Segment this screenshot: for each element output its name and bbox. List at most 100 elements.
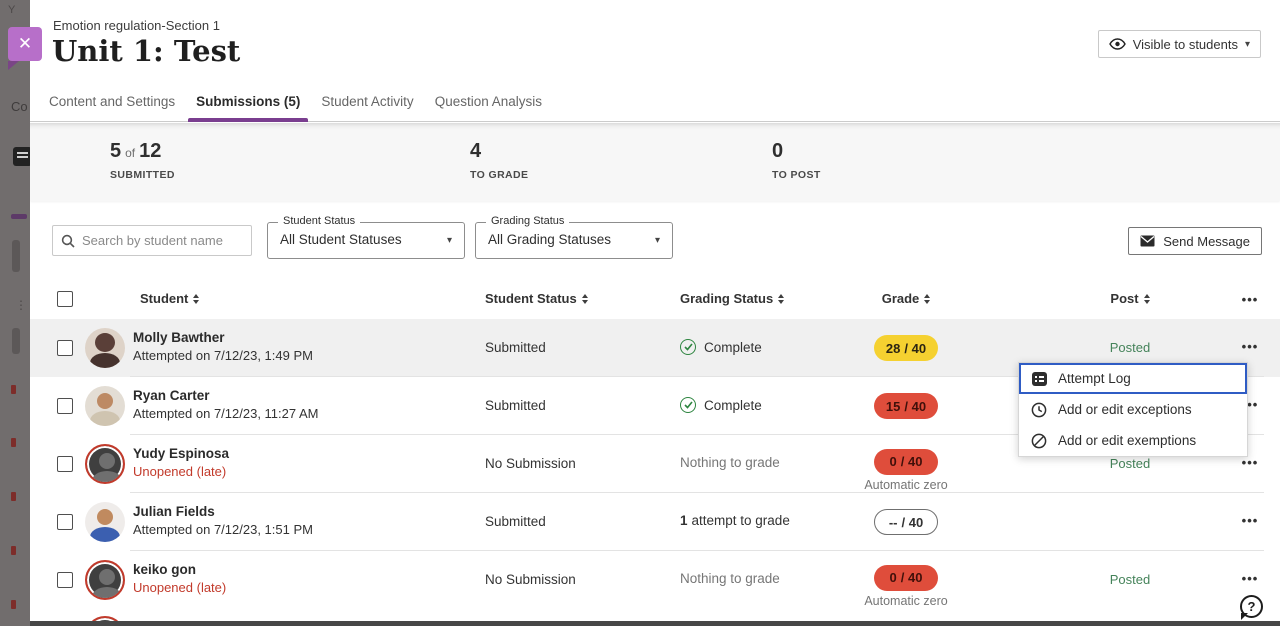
select-all-checkbox[interactable] [57,291,73,307]
row-checkbox[interactable] [57,340,73,356]
stat-to-post-value: 0 [772,140,821,163]
breadcrumb: Emotion regulation-Section 1 [53,18,220,33]
student-name[interactable]: Ryan Carter [133,388,319,403]
table-row[interactable]: Julian Fields Attempted on 7/12/23, 1:51… [30,493,1280,551]
student-status-value: No Submission [485,456,576,471]
tab-submissions[interactable]: Submissions (5) [188,90,308,122]
student-status-select-label: Student Status [278,215,360,227]
sort-icon [1144,294,1150,304]
column-header-grade[interactable]: Grade [850,291,962,306]
row-checkbox[interactable] [57,514,73,530]
avatar [85,560,125,600]
background-block [12,328,20,354]
post-status[interactable]: Posted [1066,456,1194,471]
stat-to-grade-label: TO GRADE [470,169,528,181]
grading-status-select-label: Grading Status [486,215,569,227]
bottom-edge [30,621,1280,626]
stat-submitted: 5of12 SUBMITTED [110,140,175,181]
attempt-meta: Attempted on 7/12/23, 11:27 AM [133,406,319,421]
background-mark [11,438,16,447]
search-input[interactable] [82,233,243,248]
grade-pill[interactable]: --/ 40 [874,509,938,535]
grade-pill[interactable]: 28/ 40 [874,335,938,361]
background-mark [11,385,16,394]
column-header-student[interactable]: Student [140,291,199,306]
student-status-value: Submitted [485,340,546,355]
post-status[interactable]: Posted [1066,340,1194,355]
row-checkbox[interactable] [57,398,73,414]
row-menu-button[interactable]: ••• [1230,455,1270,470]
grade-pill[interactable]: 0/ 40 [874,449,938,475]
tab-question-analysis[interactable]: Question Analysis [427,90,550,122]
row-context-menu: Attempt Log Add or edit exceptions Add o… [1018,362,1248,457]
grade-pill[interactable]: 15/ 40 [874,393,938,419]
tab-student-activity[interactable]: Student Activity [313,90,421,122]
grading-status-value: Complete [704,398,762,413]
menu-item-attempt-log[interactable]: Attempt Log [1019,363,1247,394]
grade-note: Automatic zero [864,478,947,492]
visibility-dropdown-button[interactable]: Visible to students ▾ [1098,30,1261,58]
grading-status-select-value: All Grading Statuses [488,232,611,247]
grading-status-value: attempt to grade [692,513,790,528]
student-name[interactable]: keiko gon [133,562,226,577]
stat-connector: of [125,146,135,160]
grading-status-select[interactable]: Grading Status All Grading Statuses ▾ [475,222,673,259]
close-panel-button[interactable]: ✕ [8,27,42,61]
tab-bar: Content and Settings Submissions (5) Stu… [30,90,1280,122]
grading-panel-screen: Y Co ⋮ ✕ Emotion regulation-Section 1 Un… [0,0,1280,626]
column-header-grading-status[interactable]: Grading Status [680,291,784,306]
attempt-meta: Attempted on 7/12/23, 1:49 PM [133,348,313,363]
table-options-button[interactable]: ••• [1230,292,1270,307]
visibility-label: Visible to students [1133,37,1238,52]
grade-note: Automatic zero [864,594,947,608]
column-header-student-status[interactable]: Student Status [485,291,588,306]
row-checkbox[interactable] [57,572,73,588]
avatar [85,502,125,542]
grade-pill[interactable]: 0/ 40 [874,565,938,591]
eye-icon [1109,38,1126,50]
question-mark-icon: ? [1248,599,1256,614]
tab-content-and-settings[interactable]: Content and Settings [41,90,183,122]
sort-icon [582,294,588,304]
complete-check-icon [680,339,696,355]
attempt-log-icon [1031,371,1047,387]
send-message-button[interactable]: Send Message [1128,227,1262,255]
sort-icon [193,294,199,304]
chevron-down-icon: ▾ [1245,39,1250,50]
stat-submitted-total: 12 [139,140,161,162]
menu-item-add-exemptions[interactable]: Add or edit exemptions [1019,425,1247,456]
row-menu-button[interactable]: ••• [1230,513,1270,528]
stat-submitted-value: 5 [110,140,121,162]
student-name[interactable]: Yudy Espinosa [133,446,229,461]
row-menu-button[interactable]: ••• [1230,339,1270,354]
avatar [85,328,125,368]
attempt-meta: Unopened (late) [133,580,226,595]
background-text: Y [8,4,15,16]
stat-to-post: 0 TO POST [772,140,821,181]
submissions-panel: Emotion regulation-Section 1 Unit 1: Tes… [30,0,1280,626]
row-checkbox[interactable] [57,456,73,472]
stat-to-grade: 4 TO GRADE [470,140,528,181]
post-status[interactable]: Posted [1066,572,1194,587]
prohibit-icon [1031,433,1047,449]
student-name[interactable]: Julian Fields [133,504,313,519]
help-button[interactable]: ? [1240,595,1263,618]
student-search-box[interactable] [52,225,252,256]
background-mark [11,600,16,609]
column-header-post[interactable]: Post [1066,291,1194,306]
background-overlay: Y Co ⋮ [0,0,30,626]
student-status-select[interactable]: Student Status All Student Statuses ▾ [267,222,465,259]
row-menu-button[interactable]: ••• [1230,571,1270,586]
send-message-label: Send Message [1163,234,1250,249]
attempt-meta: Attempted on 7/12/23, 1:51 PM [133,522,313,537]
menu-item-add-exceptions[interactable]: Add or edit exceptions [1019,394,1247,425]
chevron-down-icon: ▾ [655,235,660,246]
page-title: Unit 1: Test [52,34,240,68]
student-status-value: No Submission [485,572,576,587]
sort-icon [924,294,930,304]
student-name[interactable]: Molly Bawther [133,330,313,345]
table-row[interactable]: keiko gon Unopened (late) No Submission … [30,551,1280,609]
stat-to-grade-value: 4 [470,140,528,163]
search-icon [61,234,75,248]
background-accent [11,214,27,219]
